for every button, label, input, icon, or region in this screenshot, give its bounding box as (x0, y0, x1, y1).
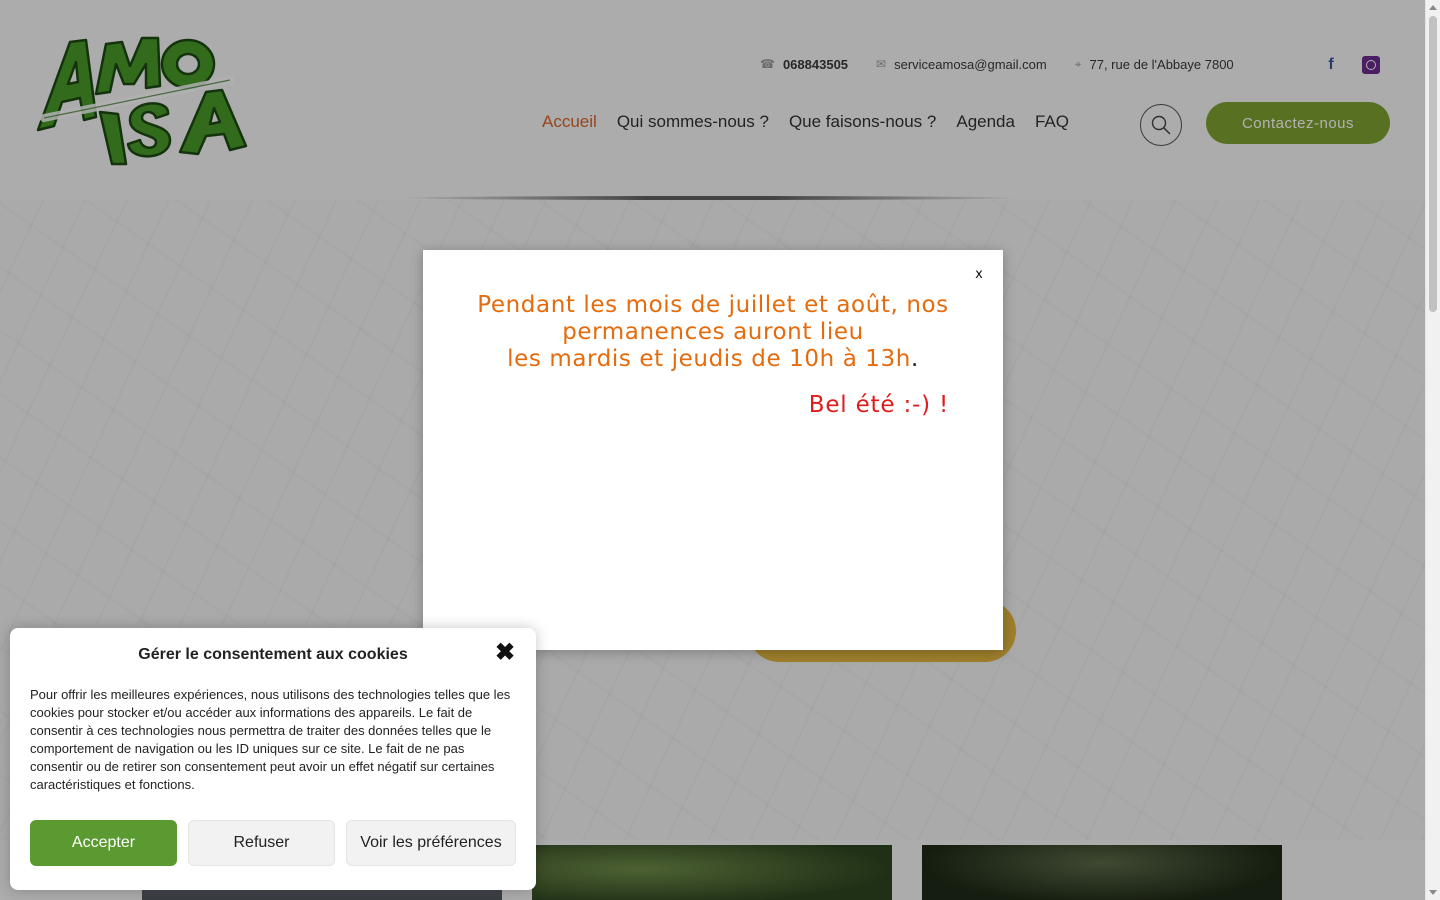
modal-line-3-end: . (910, 346, 919, 372)
modal-line-2: permanences auront lieu (562, 319, 864, 345)
cookie-title: Gérer le consentement aux cookies (138, 646, 408, 663)
scroll-up-icon[interactable] (1429, 5, 1437, 10)
cookie-consent-panel: Gérer le consentement aux cookies ✖ Pour… (10, 628, 536, 890)
refuse-button[interactable]: Refuser (188, 820, 335, 866)
cookie-buttons: Accepter Refuser Voir les préférences (30, 820, 516, 866)
modal-message: Pendant les mois de juillet et août, nos… (453, 292, 973, 373)
cookie-close-icon[interactable]: ✖ (494, 641, 516, 665)
cookie-text: Pour offrir les meilleures expériences, … (30, 687, 511, 792)
modal-line-3: les mardis et jeudis de 10h à 13h (507, 346, 911, 372)
announcement-modal: x Pendant les mois de juillet et août, n… (423, 250, 1003, 650)
scrollbar[interactable] (1425, 0, 1440, 900)
modal-line-1: Pendant les mois de juillet et août, nos (477, 292, 949, 318)
scroll-thumb[interactable] (1429, 16, 1437, 312)
preferences-button[interactable]: Voir les préférences (346, 820, 516, 866)
modal-wish: Bel été :-) ! (808, 392, 949, 418)
scroll-down-icon[interactable] (1429, 890, 1437, 895)
accept-button[interactable]: Accepter (30, 820, 177, 866)
modal-close-button[interactable]: x (971, 264, 987, 284)
